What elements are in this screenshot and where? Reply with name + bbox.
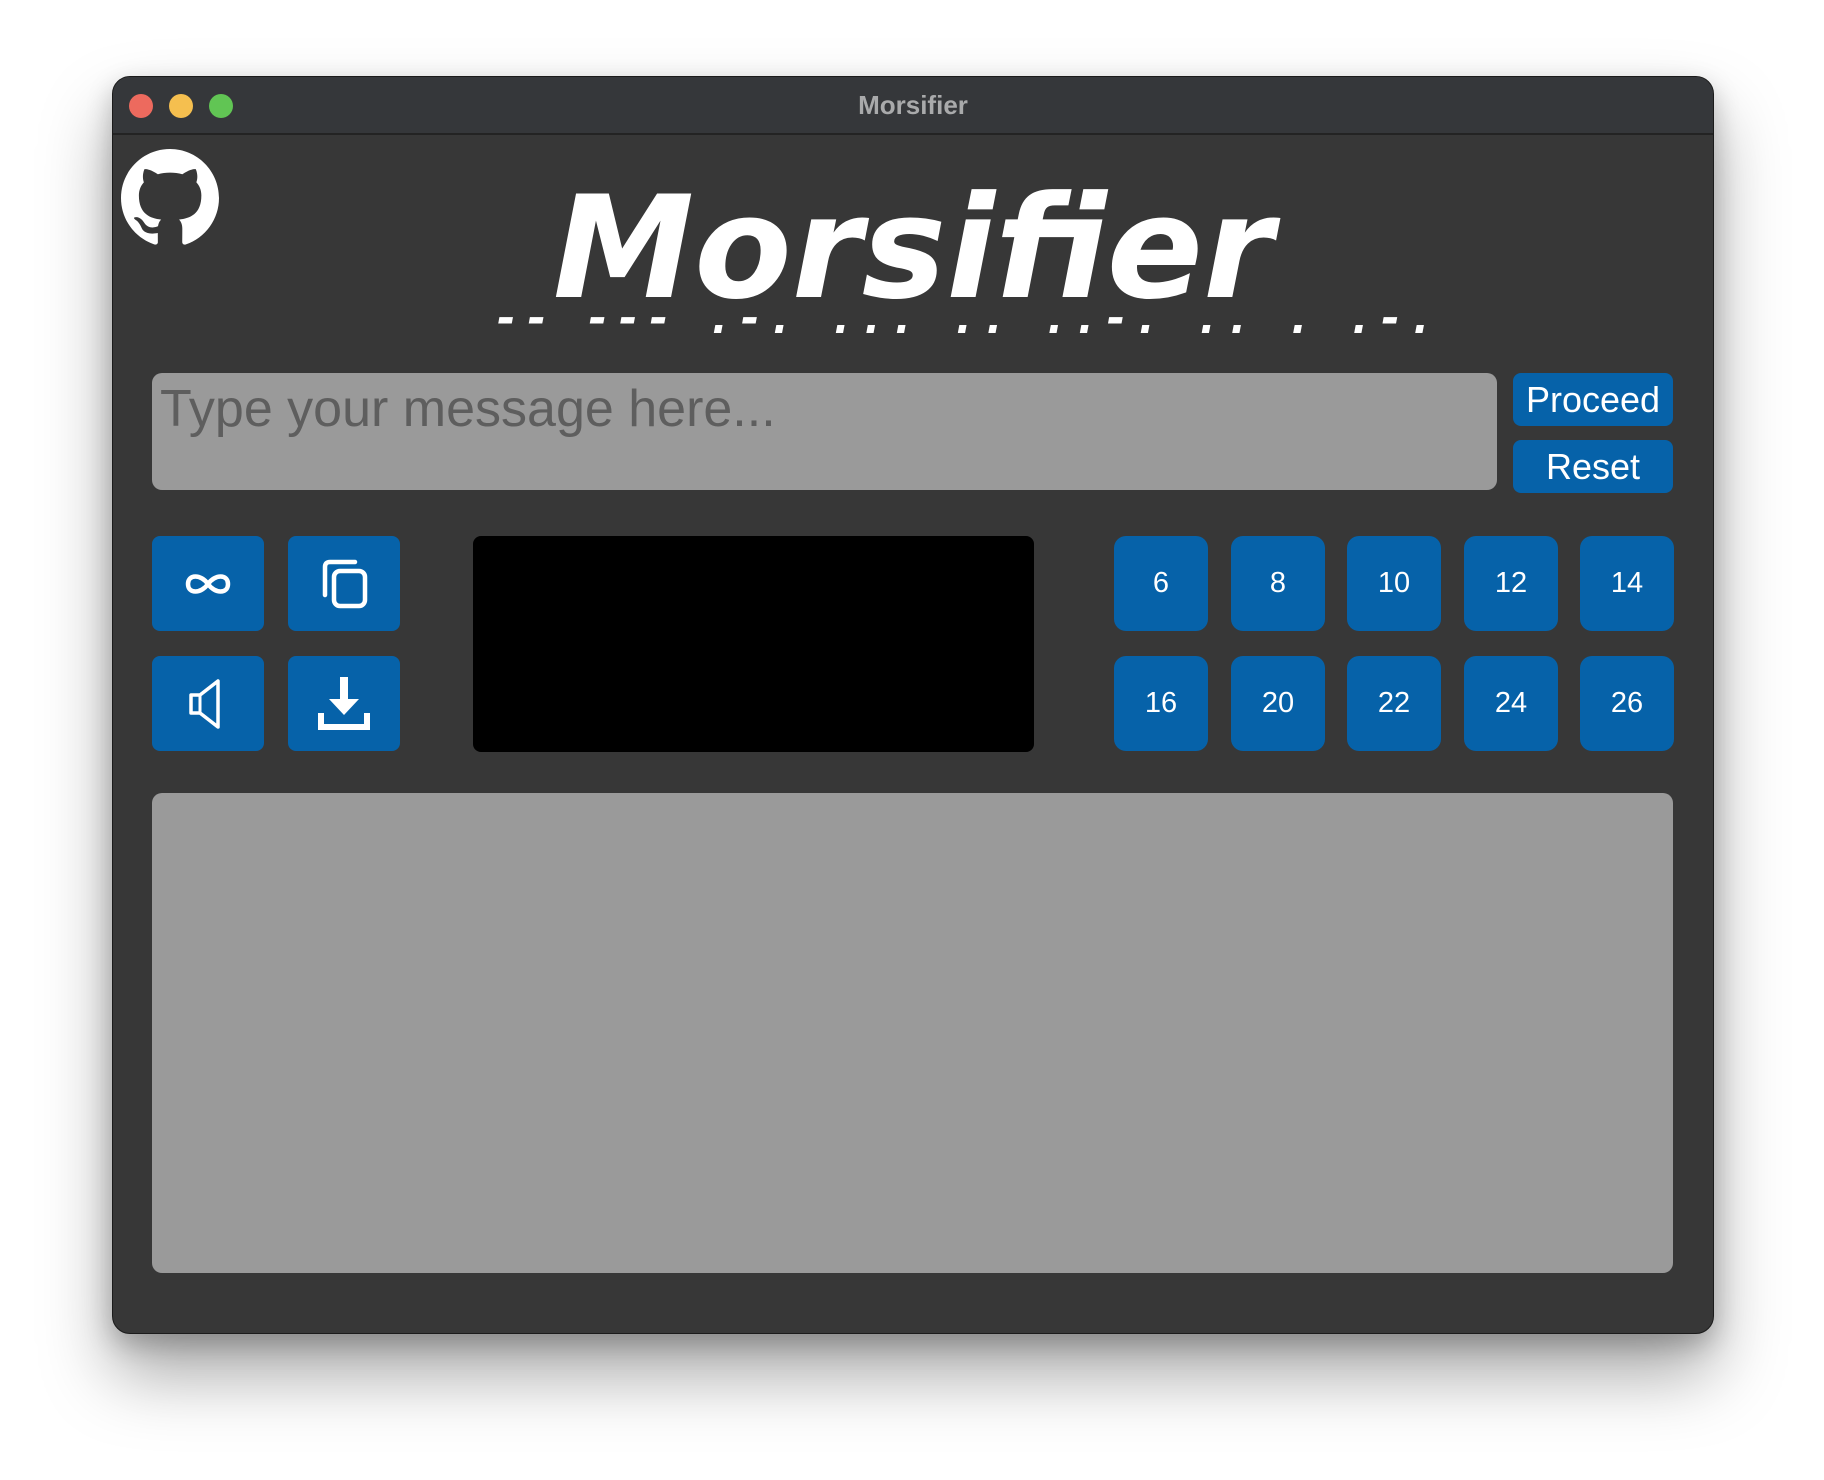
size-button-10[interactable]: 10 — [1347, 536, 1441, 631]
size-button-8[interactable]: 8 — [1231, 536, 1325, 631]
github-icon[interactable] — [121, 149, 219, 247]
size-button-24[interactable]: 24 — [1464, 656, 1558, 751]
morse-light-display — [473, 536, 1034, 752]
proceed-button[interactable]: Proceed — [1513, 373, 1673, 426]
size-label: 10 — [1377, 567, 1411, 599]
loop-button[interactable] — [152, 536, 264, 631]
size-button-12[interactable]: 12 — [1464, 536, 1558, 631]
proceed-label: Proceed — [1525, 378, 1661, 420]
size-label: 24 — [1494, 687, 1528, 719]
morse-subtitle: -- --- .-. ... .. ..-. .. . .-. — [493, 293, 1439, 344]
size-button-20[interactable]: 20 — [1231, 656, 1325, 751]
size-button-22[interactable]: 22 — [1347, 656, 1441, 751]
download-button[interactable] — [288, 656, 400, 751]
message-input[interactable] — [152, 373, 1497, 490]
morse-output-area[interactable] — [152, 793, 1673, 1273]
size-label: 20 — [1261, 687, 1295, 719]
size-label: 14 — [1610, 567, 1644, 599]
reset-label: Reset — [1545, 445, 1641, 487]
infinity-icon — [185, 573, 231, 594]
size-button-6[interactable]: 6 — [1114, 536, 1208, 631]
copy-button[interactable] — [288, 536, 400, 631]
size-button-26[interactable]: 26 — [1580, 656, 1674, 751]
size-button-14[interactable]: 14 — [1580, 536, 1674, 631]
download-icon — [318, 676, 370, 730]
play-sound-button[interactable] — [152, 656, 264, 751]
speaker-icon — [189, 678, 220, 729]
size-label: 8 — [1269, 567, 1287, 599]
size-label: 16 — [1144, 687, 1178, 719]
size-button-16[interactable]: 16 — [1114, 656, 1208, 751]
app-window: Morsifier Morsifier -- --- .-. ... .. ..… — [112, 76, 1714, 1334]
size-label: 6 — [1152, 567, 1170, 599]
title-bar: Morsifier — [113, 77, 1713, 135]
size-label: 26 — [1610, 687, 1644, 719]
size-label: 22 — [1377, 687, 1411, 719]
reset-button[interactable]: Reset — [1513, 440, 1673, 493]
copy-icon — [322, 559, 368, 608]
size-label: 12 — [1494, 567, 1528, 599]
window-title: Morsifier — [858, 90, 968, 120]
